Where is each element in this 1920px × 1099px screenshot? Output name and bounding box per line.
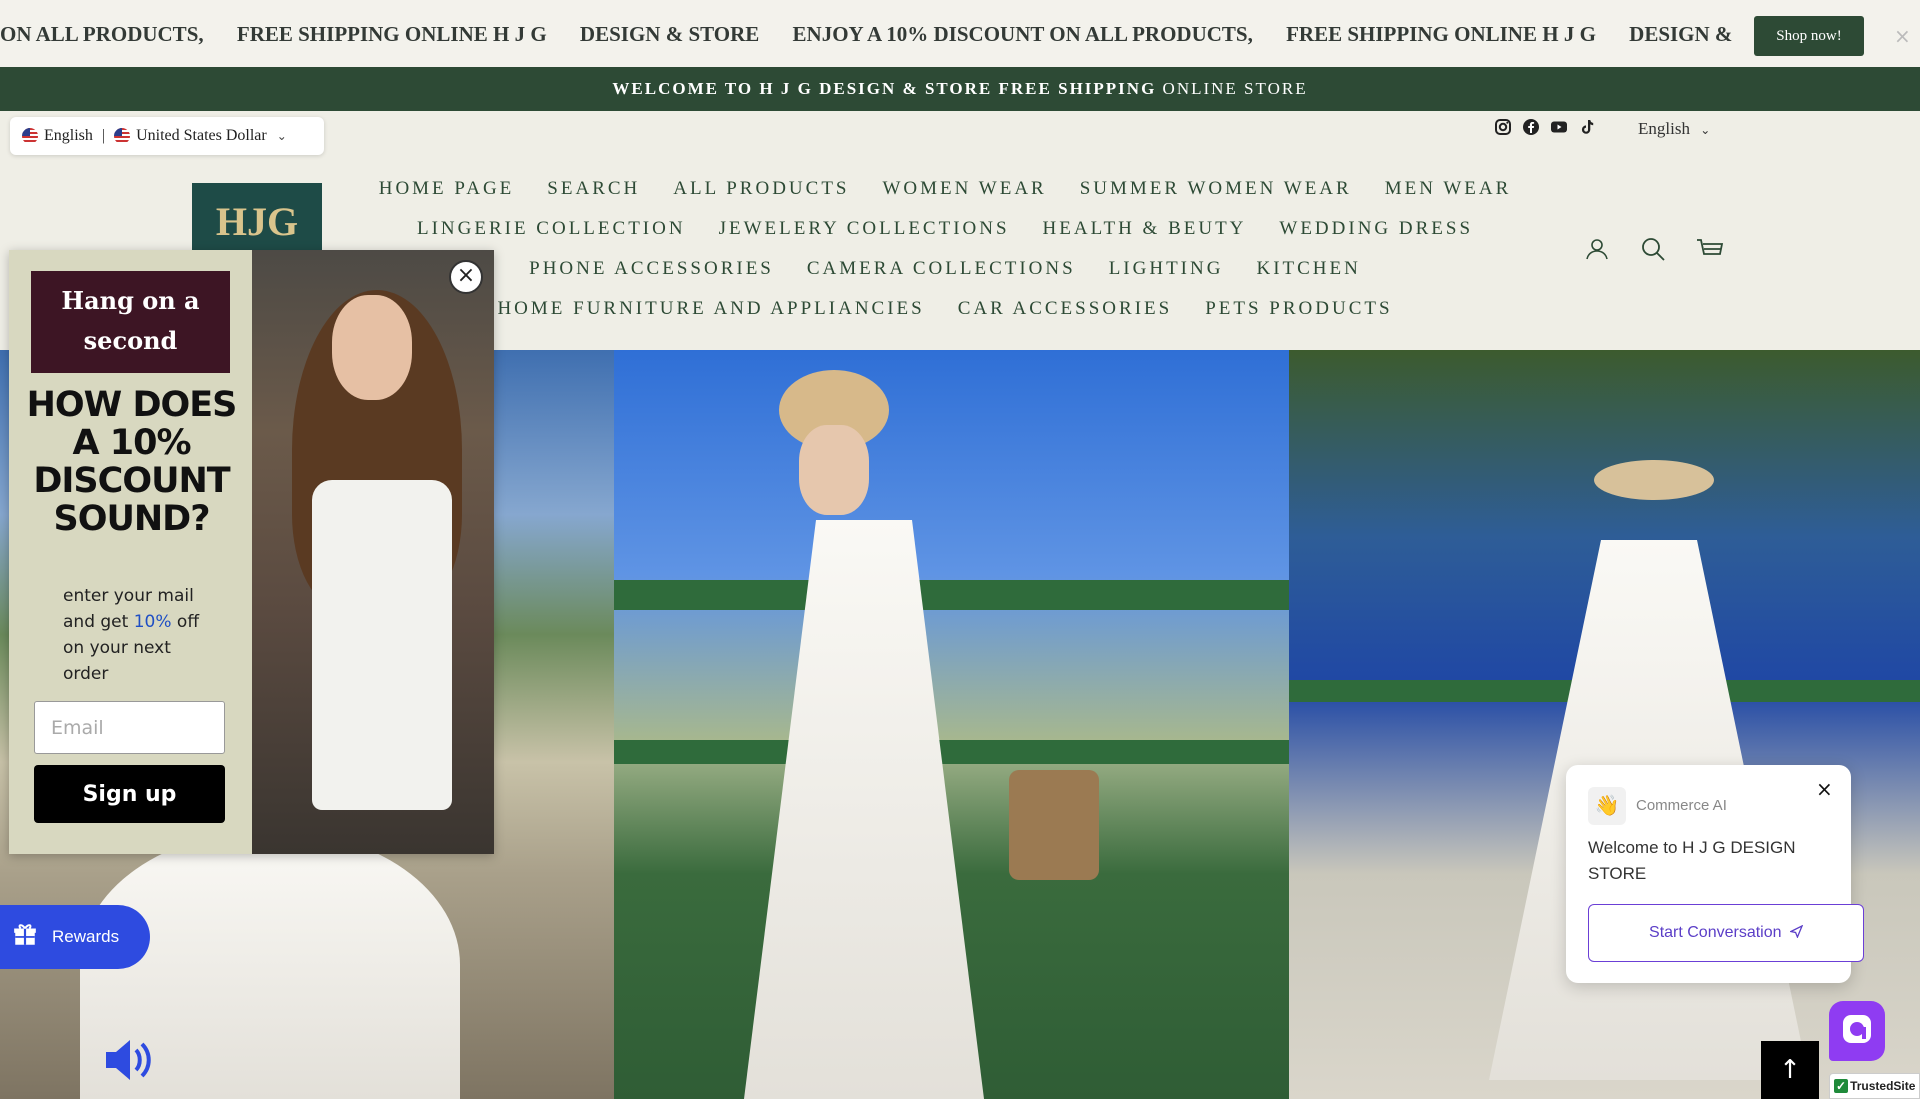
chevron-down-icon: ⌄: [1700, 123, 1711, 137]
nav-item-search[interactable]: SEARCH: [547, 172, 640, 212]
nav-item-car-accessories[interactable]: CAR ACCESSORIES: [958, 292, 1172, 332]
welcome-text-rest: ONLINE STORE: [1162, 79, 1308, 98]
start-conversation-button[interactable]: Start Conversation: [1588, 904, 1864, 962]
nav-item-wedding-dress[interactable]: WEDDING DRESS: [1279, 212, 1473, 252]
popup-tagline: Hang on a second: [31, 271, 230, 373]
announcement-bar: ON ALL PRODUCTS, FREE SHIPPING ONLINE H …: [0, 0, 1920, 68]
hero-image: [614, 350, 1289, 1099]
hero-image: [1289, 350, 1920, 1099]
popup-headline: HOW DOES A 10% DISCOUNT SOUND?: [26, 385, 238, 539]
chat-widget: 👋 Commerce AI × Welcome to H J G DESIGN …: [1566, 765, 1864, 983]
wave-icon: 👋: [1588, 787, 1626, 825]
gift-icon: [12, 922, 38, 953]
account-icon[interactable]: [1584, 236, 1610, 267]
tiktok-icon[interactable]: [1578, 118, 1596, 136]
nav-item-women-wear[interactable]: WOMEN WEAR: [883, 172, 1047, 212]
nav-row: HOME FURNITURE AND APPLIANCIES CAR ACCES…: [330, 292, 1560, 332]
nav-item-kitchen[interactable]: KITCHEN: [1256, 252, 1360, 292]
nav-item-lighting[interactable]: LIGHTING: [1109, 252, 1224, 292]
popup-subtext-accent: 10%: [133, 612, 172, 632]
shop-now-button[interactable]: Shop now!: [1754, 16, 1864, 56]
announcement-text: ENJOY A 10% DISCOUNT ON ALL PRODUCTS,: [792, 22, 1253, 46]
back-to-top-button[interactable]: ↑: [1761, 1041, 1819, 1099]
nav-item-men-wear[interactable]: MEN WEAR: [1385, 172, 1512, 212]
us-flag-icon: [114, 128, 131, 144]
trustedsite-label: TrustedSite: [1850, 1079, 1916, 1093]
main-nav: HOME PAGE SEARCH ALL PRODUCTS WOMEN WEAR…: [330, 172, 1560, 332]
social-links: [1494, 118, 1596, 136]
railing: [614, 580, 1289, 610]
popup-model-image: [252, 250, 494, 854]
nav-item-health-beauty[interactable]: HEALTH & BEUTY: [1043, 212, 1247, 252]
close-icon[interactable]: ×: [449, 260, 483, 294]
signup-button[interactable]: Sign up: [34, 765, 225, 823]
close-icon[interactable]: ×: [1894, 24, 1911, 48]
announcement-text: DESIGN &: [1629, 22, 1733, 46]
welcome-bar: WELCOME TO H J G DESIGN & STORE FREE SHI…: [0, 67, 1920, 111]
nav-item-camera-collections[interactable]: CAMERA COLLECTIONS: [807, 252, 1076, 292]
locale-selector[interactable]: English | United States Dollar ⌄: [10, 117, 324, 155]
announcement-track: ON ALL PRODUCTS, FREE SHIPPING ONLINE H …: [0, 22, 1760, 47]
rewards-label: Rewards: [52, 927, 120, 946]
accessibility-speaker-icon[interactable]: [100, 1032, 156, 1088]
locale-separator: |: [101, 127, 106, 144]
nav-row: HOME PAGE SEARCH ALL PRODUCTS WOMEN WEAR…: [330, 172, 1560, 212]
nav-item-jewelery-collections[interactable]: JEWELERY COLLECTIONS: [719, 212, 1010, 252]
face-shape: [799, 425, 869, 515]
chat-bubble-icon: [1843, 1015, 1871, 1043]
discount-popup: Hang on a second HOW DOES A 10% DISCOUNT…: [9, 250, 494, 854]
nav-row: LINGERIE COLLECTION JEWELERY COLLECTIONS…: [330, 212, 1560, 252]
welcome-text: WELCOME TO H J G DESIGN & STORE FREE SHI…: [612, 79, 1157, 98]
currency-label: United States Dollar: [136, 127, 267, 144]
basket-shape: [1009, 770, 1099, 880]
announcement-text: FREE SHIPPING ONLINE H J G: [236, 22, 547, 46]
search-icon[interactable]: [1640, 236, 1666, 267]
nav-item-summer-women-wear[interactable]: SUMMER WOMEN WEAR: [1080, 172, 1352, 212]
chat-message: Welcome to H J G DESIGN STORE: [1588, 838, 1796, 883]
chevron-down-icon: ⌄: [276, 129, 287, 143]
nav-item-phone-accessories[interactable]: PHONE ACCESSORIES: [529, 252, 774, 292]
language-dropdown[interactable]: English ⌄: [1638, 119, 1710, 139]
popup-form-panel: Hang on a second HOW DOES A 10% DISCOUNT…: [9, 250, 252, 854]
start-conversation-label: Start Conversation: [1649, 924, 1782, 941]
youtube-icon[interactable]: [1550, 118, 1568, 136]
nav-row: PHONE ACCESSORIES CAMERA COLLECTIONS LIG…: [330, 252, 1560, 292]
rewards-button[interactable]: Rewards: [0, 905, 150, 969]
popup-subtext: enter your mail and get 10% off on your …: [63, 583, 213, 687]
hat-shape: [1594, 460, 1714, 500]
announcement-text: DESIGN & STORE: [579, 22, 760, 46]
nav-item-home-furniture[interactable]: HOME FURNITURE AND APPLIANCIES: [497, 292, 924, 332]
language-dropdown-label: English: [1638, 119, 1690, 138]
check-icon: ✓: [1834, 1079, 1849, 1093]
facebook-icon[interactable]: [1522, 118, 1540, 136]
nav-item-lingerie-collection[interactable]: LINGERIE COLLECTION: [417, 212, 686, 252]
face-shape: [332, 295, 412, 400]
announcement-text: ON ALL PRODUCTS,: [0, 22, 204, 46]
chat-brand: Commerce AI: [1636, 797, 1727, 814]
nav-item-all-products[interactable]: ALL PRODUCTS: [673, 172, 849, 212]
store-logo[interactable]: HJG: [192, 183, 322, 250]
announcement-text: FREE SHIPPING ONLINE H J G: [1286, 22, 1596, 46]
logo-text: HJG: [215, 199, 299, 244]
dress-shape: [312, 480, 452, 810]
trustedsite-badge[interactable]: ✓ TrustedSite: [1829, 1073, 1920, 1099]
railing: [614, 740, 1289, 764]
chat-launcher-button[interactable]: [1829, 1001, 1885, 1061]
us-flag-icon: [22, 128, 38, 144]
email-field[interactable]: [34, 701, 225, 754]
cart-icon[interactable]: [1696, 236, 1724, 267]
language-label: English: [44, 127, 93, 144]
close-icon[interactable]: ×: [1816, 777, 1833, 801]
instagram-icon[interactable]: [1494, 118, 1512, 136]
nav-item-pets-products[interactable]: PETS PRODUCTS: [1205, 292, 1392, 332]
header-actions: [1584, 236, 1724, 267]
nav-item-home-page[interactable]: HOME PAGE: [379, 172, 515, 212]
send-icon: [1786, 924, 1804, 941]
